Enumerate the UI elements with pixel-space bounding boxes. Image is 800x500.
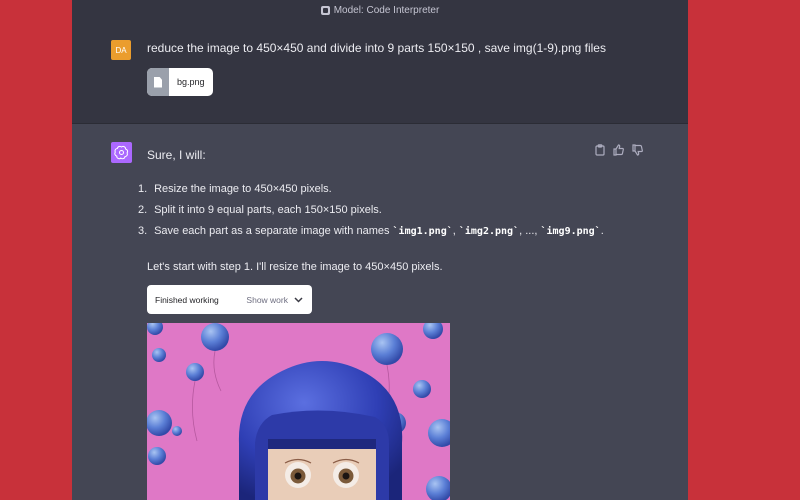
thumbs-down-icon[interactable] [632, 144, 644, 156]
list-item: 1. Resize the image to 450×450 pixels. [138, 183, 332, 195]
assistant-followup: Let's start with step 1. I'll resize the… [147, 261, 443, 273]
thumbs-up-icon[interactable] [613, 144, 625, 156]
chevron-down-icon [294, 296, 303, 303]
show-work-button[interactable]: Show work [246, 295, 303, 305]
model-bar: Model: Code Interpreter [72, 0, 688, 20]
model-label: Model: Code Interpreter [333, 4, 440, 16]
assistant-message: Sure, I will: 1. Resize the image to 450… [72, 124, 688, 500]
generated-image [147, 323, 450, 500]
user-message-text: reduce the image to 450×450 and divide i… [147, 41, 606, 55]
inline-code: `img2.png` [458, 226, 520, 237]
openai-logo-icon [111, 142, 132, 163]
inline-code: `img1.png` [392, 226, 453, 237]
user-message: DA reduce the image to 450×450 and divid… [72, 20, 688, 124]
finished-working-panel: Finished working Show work [147, 285, 312, 314]
code-interpreter-icon [320, 5, 330, 15]
assistant-intro: Sure, I will: [147, 148, 206, 162]
list-item: 2. Split it into 9 equal parts, each 150… [138, 204, 382, 216]
steps-list: 1. Resize the image to 450×450 pixels. 2… [138, 182, 604, 245]
message-actions [594, 144, 644, 156]
copy-icon[interactable] [594, 144, 606, 156]
finished-working-label: Finished working [155, 294, 219, 305]
attachment-filename: bg.png [177, 77, 205, 87]
list-item: 3. Save each part as a separate image wi… [138, 225, 604, 237]
attachment-chip[interactable]: bg.png [147, 68, 213, 96]
inline-code: `img9.png` [540, 226, 601, 237]
chat-window: Model: Code Interpreter DA reduce the im… [72, 0, 688, 500]
file-icon [147, 68, 169, 96]
user-avatar: DA [111, 40, 131, 60]
